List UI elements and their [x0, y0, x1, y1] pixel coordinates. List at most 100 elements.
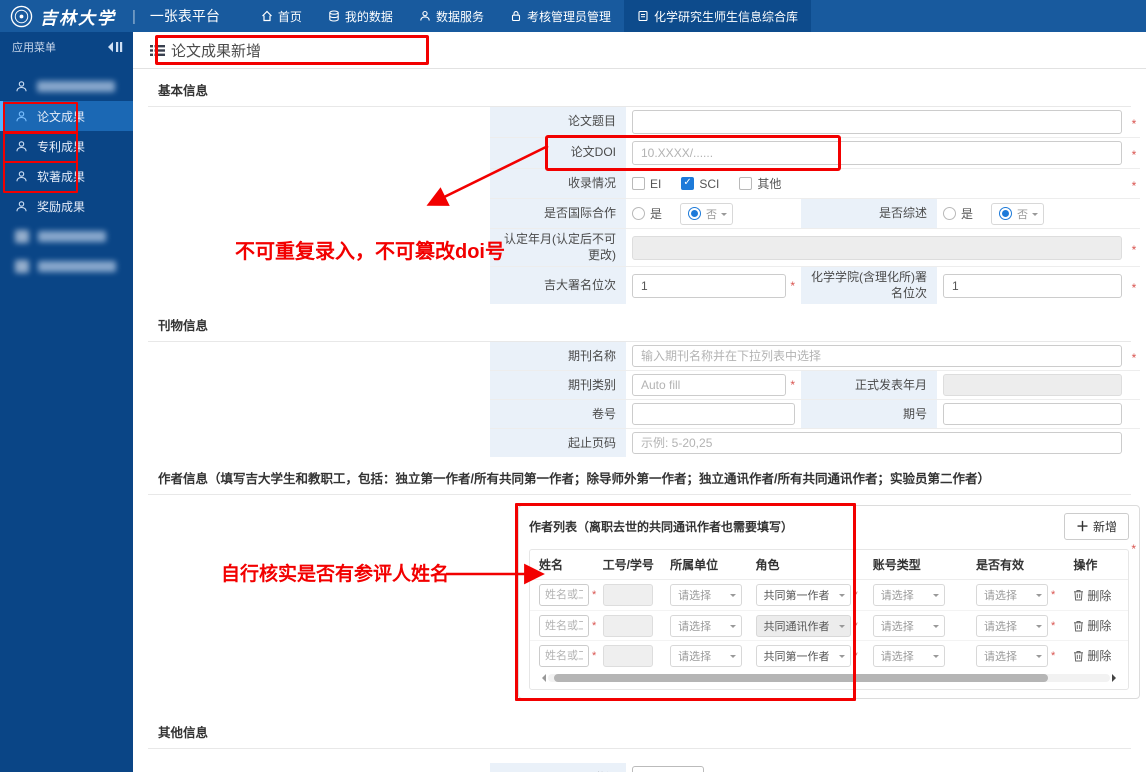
- choose-file-button[interactable]: 选择文件: [632, 766, 705, 772]
- sidebar-item-redacted-2[interactable]: [0, 221, 133, 251]
- account-type-select[interactable]: 请选择: [872, 644, 945, 667]
- nav-item-chemistry-db[interactable]: 化学研究生师生信息综合库: [623, 0, 811, 32]
- field-label: 正式发表年月: [801, 371, 937, 400]
- checkbox-other[interactable]: 其他: [739, 175, 781, 192]
- nav-item-home[interactable]: 首页: [248, 0, 315, 32]
- trash-icon: [1074, 620, 1084, 632]
- plus-icon: ＋: [1075, 518, 1089, 534]
- sidebar-item-label: 软著成果: [37, 169, 86, 184]
- horizontal-scrollbar: [538, 673, 1120, 683]
- annotation-text-doi: 不可重复录入，不可篡改doi号: [235, 241, 505, 263]
- nav-item-my-data[interactable]: 我的数据: [315, 0, 406, 32]
- nav-item-data-services[interactable]: 数据服务: [406, 0, 497, 32]
- author-row: * 请选择 共同第一作者 * 请选择 请选择 * 删除: [530, 640, 1128, 670]
- radio-review-yes[interactable]: 是: [943, 205, 973, 222]
- valid-select[interactable]: 请选择: [976, 644, 1049, 667]
- radio-selected-icon: [999, 207, 1013, 220]
- radio-intl-yes[interactable]: 是: [632, 205, 662, 222]
- required-mark: *: [853, 649, 858, 662]
- required-mark: *: [790, 378, 795, 393]
- author-table-header: 姓名 工号/学号 所属单位 角色 账号类型 是否有效 操作: [530, 550, 1128, 581]
- redacted-label: [38, 230, 106, 242]
- required-mark: *: [1051, 649, 1056, 662]
- trash-icon: [1074, 590, 1084, 601]
- author-role-select[interactable]: 共同第一作者: [755, 584, 851, 607]
- valid-select[interactable]: 请选择: [976, 584, 1049, 607]
- column-header-valid: 是否有效: [976, 558, 1025, 573]
- sidebar-item-patent-achievements[interactable]: 专利成果: [0, 131, 133, 163]
- select-value: 请选择: [880, 590, 914, 603]
- author-unit-select[interactable]: 请选择: [670, 584, 743, 607]
- main-content: 论文成果新增 基本信息 论文题目 * 论文DOI * 不可重复录: [133, 32, 1146, 772]
- required-mark: *: [592, 649, 597, 662]
- required-mark: *: [1051, 589, 1056, 602]
- select-value: 请选择: [984, 590, 1018, 603]
- pages-input[interactable]: [632, 432, 1122, 455]
- sidebar-menu: 论文成果 专利成果 软著成果 奖励成果: [0, 71, 133, 281]
- section-title-author-info: 作者信息（填写吉大学生和教职工，包括：独立第一作者/所有共同第一作者；除导师外第…: [148, 457, 1131, 496]
- nav-item-admin[interactable]: 考核管理员管理: [497, 0, 624, 32]
- redacted-icon: [15, 259, 29, 273]
- radio-label: 否: [1017, 208, 1029, 221]
- issue-input[interactable]: [943, 403, 1122, 426]
- database-icon: [329, 10, 339, 22]
- radio-icon: [632, 207, 645, 220]
- delete-author-button[interactable]: 删除: [1073, 587, 1111, 604]
- required-mark: *: [1131, 280, 1137, 295]
- nav-item-label: 数据服务: [435, 9, 484, 24]
- field-label: 是否国际合作: [490, 199, 626, 228]
- author-list-panel: 作者列表（离职去世的共同通讯作者也需要填写） ＋ 新增 * 姓名 工号/学号 所…: [221, 503, 1140, 702]
- home-icon: [261, 10, 272, 22]
- sidebar-item-paper-achievements[interactable]: 论文成果: [0, 101, 133, 134]
- delete-author-button[interactable]: 删除: [1073, 647, 1111, 664]
- scrollbar-thumb[interactable]: [553, 674, 1049, 683]
- delete-author-button[interactable]: 删除: [1073, 617, 1111, 634]
- doi-input[interactable]: [632, 141, 1122, 165]
- field-label: 认定年月(认定后不可更改): [490, 229, 626, 267]
- sidebar-item-software-achievements[interactable]: 软著成果: [0, 161, 133, 193]
- scrollbar-track[interactable]: [548, 674, 1110, 683]
- section-title-basic-info: 基本信息: [148, 69, 1131, 107]
- select-value: 请选择: [984, 650, 1018, 663]
- account-type-select[interactable]: 请选择: [872, 584, 945, 607]
- radio-review-no[interactable]: 否: [991, 202, 1045, 225]
- radio-selected-icon: [688, 207, 702, 220]
- lock-icon: [511, 11, 521, 22]
- college-rank-input[interactable]: [943, 273, 1122, 298]
- required-mark: *: [1131, 242, 1137, 257]
- sidebar-item-award-achievements[interactable]: 奖励成果: [0, 191, 133, 221]
- sidebar-item-redacted-3[interactable]: [0, 251, 133, 281]
- add-author-button[interactable]: ＋ 新增: [1063, 513, 1129, 541]
- scroll-left-icon[interactable]: [538, 674, 546, 683]
- author-role-select[interactable]: 共同第一作者: [755, 644, 851, 667]
- redacted-icon: [15, 229, 29, 243]
- checkbox-ei[interactable]: EI: [632, 177, 661, 191]
- author-name-input[interactable]: [539, 584, 589, 607]
- sidebar-item-redacted-1[interactable]: [0, 71, 133, 101]
- nav-item-label: 首页: [277, 9, 302, 24]
- author-name-input[interactable]: [539, 614, 589, 637]
- valid-select[interactable]: 请选择: [976, 614, 1049, 637]
- scroll-right-icon[interactable]: [1112, 674, 1120, 683]
- journal-info-form: 期刊名称 * 期刊类别 * 正式发表年月 卷号 期号: [490, 342, 1140, 458]
- jlu-rank-input[interactable]: [632, 273, 787, 298]
- account-type-select[interactable]: 请选择: [872, 614, 945, 637]
- author-role-select[interactable]: 共同通讯作者: [755, 614, 851, 637]
- form-row-journal-type: 期刊类别 * 正式发表年月: [490, 370, 1140, 400]
- journal-name-input[interactable]: [632, 345, 1122, 368]
- author-unit-select[interactable]: 请选择: [670, 614, 743, 637]
- author-name-input[interactable]: [539, 644, 589, 667]
- journal-type-input[interactable]: [632, 374, 787, 397]
- document-icon: [638, 10, 648, 22]
- checkbox-sci[interactable]: SCI: [681, 177, 719, 191]
- column-header-actions: 操作: [1073, 558, 1098, 573]
- required-mark: *: [592, 589, 597, 602]
- volume-input[interactable]: [632, 403, 795, 426]
- page-header: 论文成果新增: [133, 32, 1146, 69]
- paper-title-input[interactable]: [632, 110, 1122, 134]
- collapse-sidebar-icon[interactable]: [108, 42, 123, 52]
- author-unit-select[interactable]: 请选择: [670, 644, 743, 667]
- form-row-doi: 论文DOI * 不可重复录入，不可篡改doi号: [235, 135, 1140, 263]
- radio-intl-no[interactable]: 否: [680, 202, 734, 225]
- required-mark: *: [790, 278, 795, 293]
